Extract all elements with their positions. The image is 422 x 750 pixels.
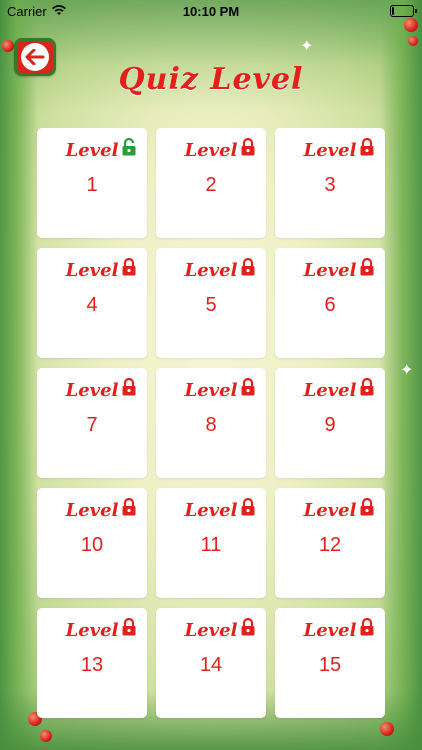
level-number: 8 (205, 414, 217, 436)
level-number: 10 (80, 534, 104, 556)
level-card[interactable]: Level 4 (37, 248, 147, 358)
level-number: 3 (324, 174, 336, 196)
lock-icon (360, 138, 374, 156)
level-number: 11 (200, 534, 222, 556)
level-number: 4 (86, 294, 98, 316)
lock-icon (360, 258, 374, 276)
sparkle-decoration: ✦ (400, 362, 414, 379)
unlock-icon (122, 138, 136, 156)
battery-fill (392, 7, 394, 15)
level-card[interactable]: Level 6 (275, 248, 385, 358)
lock-icon (241, 618, 255, 636)
berry-decoration (380, 722, 394, 736)
left-foliage-decoration (0, 0, 38, 750)
lock-icon (360, 378, 374, 396)
level-number: 9 (324, 414, 336, 436)
lock-icon (122, 618, 136, 636)
berry-decoration (408, 36, 418, 46)
status-bar: Carrier 10:10 PM (0, 0, 422, 22)
lock-icon (241, 498, 255, 516)
level-grid: Level 1 Level 2 Level 3 Level 4 Level 5 Level 6 Leve… (37, 128, 385, 718)
level-card[interactable]: Level 15 (275, 608, 385, 718)
lock-icon (241, 258, 255, 276)
level-number: 5 (205, 294, 217, 316)
level-number: 7 (86, 414, 98, 436)
battery-icon (390, 5, 417, 17)
level-number: 6 (324, 294, 336, 316)
clock-label: 10:10 PM (182, 4, 240, 19)
lock-icon (360, 498, 374, 516)
lock-icon (122, 498, 136, 516)
level-card[interactable]: Level 3 (275, 128, 385, 238)
sparkle-decoration: ✦ (300, 38, 314, 55)
level-card[interactable]: Level 14 (156, 608, 266, 718)
level-card[interactable]: Level 5 (156, 248, 266, 358)
level-card[interactable]: Level 13 (37, 608, 147, 718)
level-card[interactable]: Level 8 (156, 368, 266, 478)
level-card[interactable]: Level 12 (275, 488, 385, 598)
berry-decoration (2, 40, 14, 52)
lock-icon (241, 138, 255, 156)
level-card[interactable]: Level 2 (156, 128, 266, 238)
lock-icon (360, 618, 374, 636)
lock-icon (241, 378, 255, 396)
level-number: 15 (318, 654, 342, 676)
level-card[interactable]: Level 11 (156, 488, 266, 598)
level-card[interactable]: Level 7 (37, 368, 147, 478)
level-card[interactable]: Level 10 (37, 488, 147, 598)
page-title: Quiz Level (118, 62, 304, 97)
level-number: 14 (199, 654, 223, 676)
level-card[interactable]: Level 1 (37, 128, 147, 238)
level-card[interactable]: Level 9 (275, 368, 385, 478)
level-number: 13 (80, 654, 104, 676)
berry-decoration (40, 730, 52, 742)
level-number: 2 (205, 174, 217, 196)
lock-icon (122, 258, 136, 276)
level-number: 12 (318, 534, 342, 556)
lock-icon (122, 378, 136, 396)
level-number: 1 (86, 174, 98, 196)
